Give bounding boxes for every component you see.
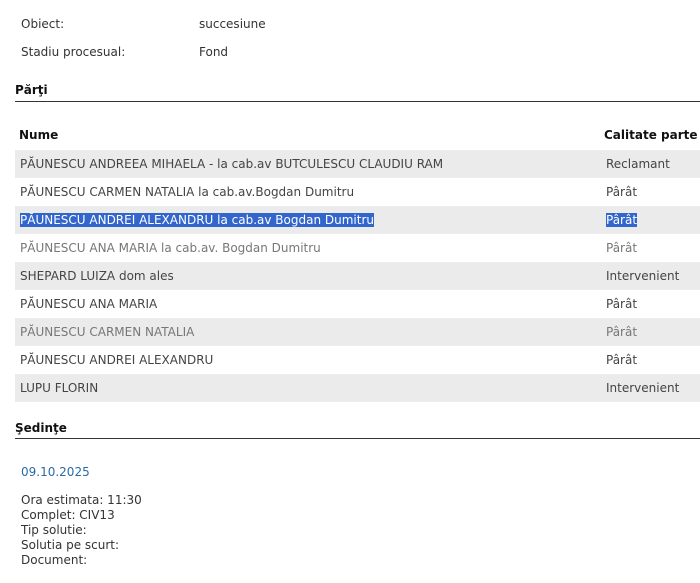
party-name: PĂUNESCU ANA MARIA — [20, 297, 158, 311]
party-role: Pârât — [606, 241, 638, 255]
info-label: Stadiu procesual: — [21, 45, 126, 59]
table-row-selected: PĂUNESCU ANDREI ALEXANDRU la cab.av Bogd… — [15, 206, 700, 234]
party-name: LUPU FLORIN — [20, 381, 99, 395]
hearing-details: Ora estimata: 11:30 Complet: CIV13 Tip s… — [21, 493, 142, 568]
party-role: Pârât — [606, 297, 638, 311]
section-title-sedinte: Şedinţe — [15, 421, 67, 435]
party-role: Intervenient — [606, 381, 680, 395]
info-value: succesiune — [199, 17, 266, 31]
hearing-detail-line: Tip solutie: — [21, 523, 87, 537]
party-name: SHEPARD LUIZA dom ales — [20, 269, 174, 283]
hearing-detail-line: Ora estimata: 11:30 — [21, 493, 142, 507]
hearing-date-link[interactable]: 09.10.2025 — [21, 465, 90, 479]
party-role: Pârât — [606, 325, 638, 339]
table-row: PĂUNESCU ANDREEA MIHAELA - la cab.av BUT… — [15, 150, 700, 178]
table-row: PĂUNESCU ANDREI ALEXANDRU Pârât — [15, 346, 700, 374]
info-label: Obiect: — [21, 17, 65, 31]
party-role: Intervenient — [606, 269, 680, 283]
case-details-page: Obiect: succesiune Stadiu procesual: Fon… — [0, 0, 700, 583]
column-header-name: Nume — [19, 128, 59, 142]
party-role: Pârât — [606, 353, 638, 367]
table-row: PĂUNESCU ANA MARIA la cab.av. Bogdan Dum… — [15, 234, 700, 262]
party-name: PĂUNESCU ANDREEA MIHAELA - la cab.av BUT… — [20, 157, 444, 171]
party-role: Reclamant — [606, 157, 670, 171]
table-row: SHEPARD LUIZA dom ales Intervenient — [15, 262, 700, 290]
hearing-detail-line: Document: — [21, 553, 88, 567]
section-divider — [15, 438, 700, 439]
party-name: PĂUNESCU ANDREI ALEXANDRU — [20, 353, 214, 367]
party-name: PĂUNESCU ANA MARIA la cab.av. Bogdan Dum… — [20, 241, 321, 255]
table-row: PĂUNESCU ANA MARIA Pârât — [15, 290, 700, 318]
party-role: Pârât — [606, 185, 638, 199]
column-header-role: Calitate parte — [604, 128, 698, 142]
parties-table: Nume Calitate parte PĂUNESCU ANDREEA MIH… — [15, 122, 700, 402]
table-row: PĂUNESCU CARMEN NATALIA Pârât — [15, 318, 700, 346]
info-value: Fond — [199, 45, 229, 59]
party-name: PĂUNESCU CARMEN NATALIA — [20, 325, 195, 339]
section-divider — [15, 101, 700, 102]
hearing-detail-line: Complet: CIV13 — [21, 508, 115, 522]
section-title-parti: Părţi — [15, 83, 48, 97]
party-name: PĂUNESCU ANDREI ALEXANDRU la cab.av Bogd… — [20, 213, 374, 227]
party-name: PĂUNESCU CARMEN NATALIA la cab.av.Bogdan… — [20, 185, 355, 199]
party-role: Pârât — [606, 213, 638, 227]
table-header: Nume Calitate parte — [15, 122, 700, 150]
table-row: LUPU FLORIN Intervenient — [15, 374, 700, 402]
table-row: PĂUNESCU CARMEN NATALIA la cab.av.Bogdan… — [15, 178, 700, 206]
hearing-detail-line: Solutia pe scurt: — [21, 538, 120, 552]
